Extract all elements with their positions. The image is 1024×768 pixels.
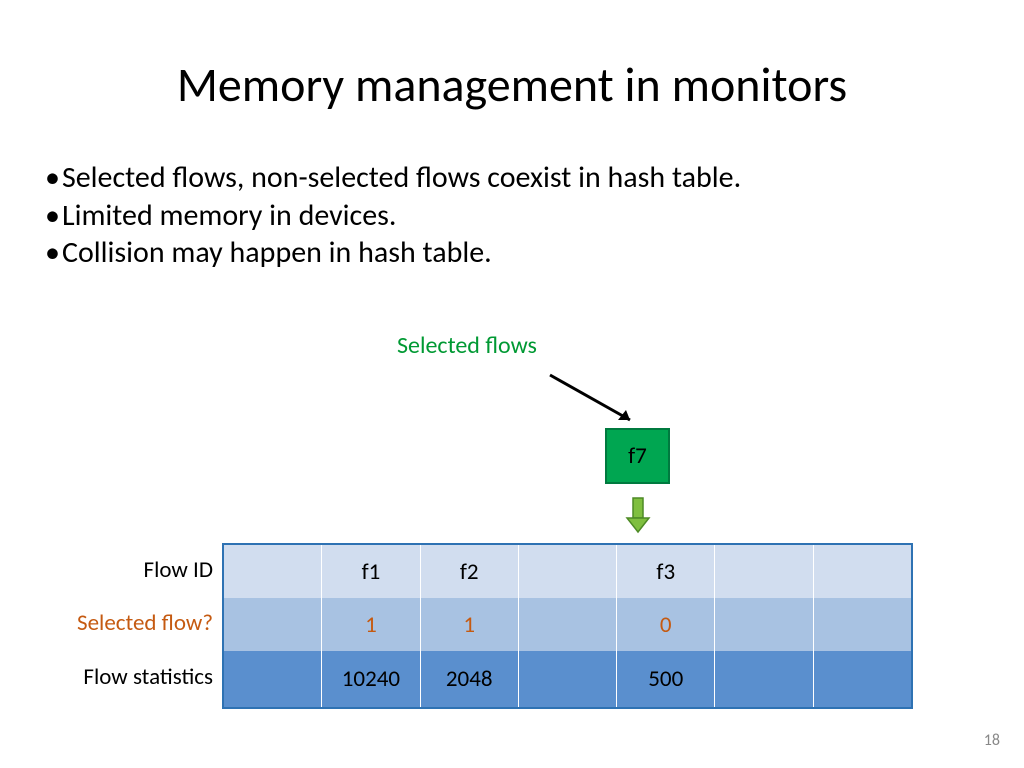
cell: 10240 [322,651,420,707]
incoming-flow-box: f7 [605,428,670,484]
selected-flows-label: Selected flows [397,331,537,360]
row-selected-flow: 1 1 0 [224,598,911,651]
cell: f1 [322,545,420,598]
cell [814,598,911,651]
cell [715,598,813,651]
cell: 2048 [421,651,519,707]
cell [715,545,813,598]
cell [715,651,813,707]
bullet-text: Selected flows, non-selected flows coexi… [62,159,741,196]
down-arrow-icon [625,496,651,534]
cell [224,651,322,707]
bullet-text: Limited memory in devices. [62,197,397,234]
bullet-item: •Limited memory in devices. [45,197,1024,235]
row-labels-column: Flow ID Selected flow? Flow statistics [60,543,225,705]
cell: 500 [617,651,715,707]
hash-table: f1 f2 f3 1 1 0 10240 2048 500 [222,543,913,709]
row-label-selected-flow: Selected flow? [60,596,225,649]
bullet-item: •Selected flows, non-selected flows coex… [45,159,1024,197]
cell: f3 [617,545,715,598]
row-flow-statistics: 10240 2048 500 [224,651,911,707]
cell: 1 [421,598,519,651]
cell [814,651,911,707]
row-label-flow-statistics: Flow statistics [60,649,225,705]
cell [519,651,617,707]
row-flow-id: f1 f2 f3 [224,545,911,598]
slide-title: Memory management in monitors [0,0,1024,114]
bullet-list: •Selected flows, non-selected flows coex… [45,159,1024,272]
cell: 0 [617,598,715,651]
cell: 1 [322,598,420,651]
bullet-text: Collision may happen in hash table. [62,234,492,271]
arrow-icon [540,370,650,430]
row-label-flow-id: Flow ID [60,543,225,596]
cell [224,545,322,598]
cell [224,598,322,651]
cell: f2 [421,545,519,598]
page-number: 18 [984,731,1000,750]
cell [519,545,617,598]
cell [814,545,911,598]
cell [519,598,617,651]
bullet-item: •Collision may happen in hash table. [45,234,1024,272]
